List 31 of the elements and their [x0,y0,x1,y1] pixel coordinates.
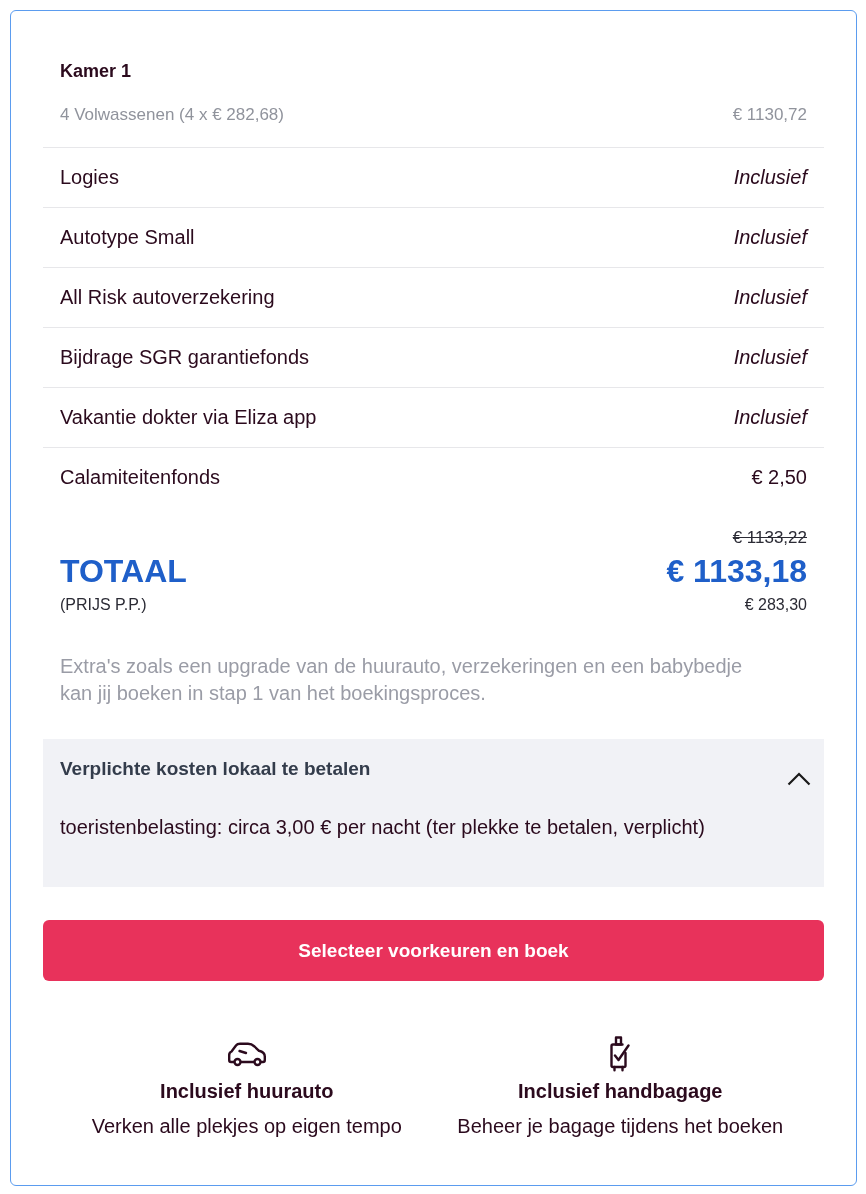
item-value: Inclusief [733,166,807,189]
suitcase-icon [610,1036,631,1072]
item-label: All Risk autoverzekering [60,286,275,309]
feature-text: Verken alle plekjes op eigen tempo [91,1114,402,1139]
item-label: Calamiteitenfonds [60,466,221,489]
item-label: Bijdrage SGR garantiefonds [60,346,310,369]
book-button[interactable]: Selecteer voorkeuren en boek [43,920,824,981]
feature-title: Inclusief huurauto [160,1079,334,1104]
chevron-icon [787,772,811,786]
old-price: € 1133,22 [732,527,807,549]
item-value: Inclusief [733,346,807,369]
item-label: Vakantie dokter via Eliza app [60,406,317,429]
total-label: TOTAAL [60,552,188,591]
extras-note: Extra's zoals een upgrade van de huurauto, verzekeringen en een babybedje kan jij boeken in stap 1 van het boekingsproces. [60,654,744,706]
car-icon [226,1041,267,1067]
item-value: Inclusief [733,286,807,309]
item-value: € 2,50 [751,466,807,489]
per-person-price: € 283,30 [744,595,807,615]
item-value: Inclusief [733,226,807,249]
per-person-label: (PRIJS P.P.) [60,595,148,615]
room-title: Kamer 1 [60,60,133,83]
item-label: Logies [60,166,119,189]
item-value: Inclusief [733,406,807,429]
guests-text: 4 Volwassenen (4 x € 282,68) [60,104,284,126]
item-label: Autotype Small [60,226,195,249]
local-costs-header[interactable]: Verplichte kosten lokaal te betalen [60,757,811,786]
total-price: € 1133,18 [666,552,807,591]
guests-price: € 1130,72 [732,104,807,126]
feature-text: Beheer je bagage tijdens het boeken [457,1114,784,1139]
feature-title: Inclusief handbagage [518,1079,723,1104]
local-costs-text: toeristenbelasting: circa 3,00 € per nacht (ter plekke te betalen, verplicht) [60,815,706,840]
